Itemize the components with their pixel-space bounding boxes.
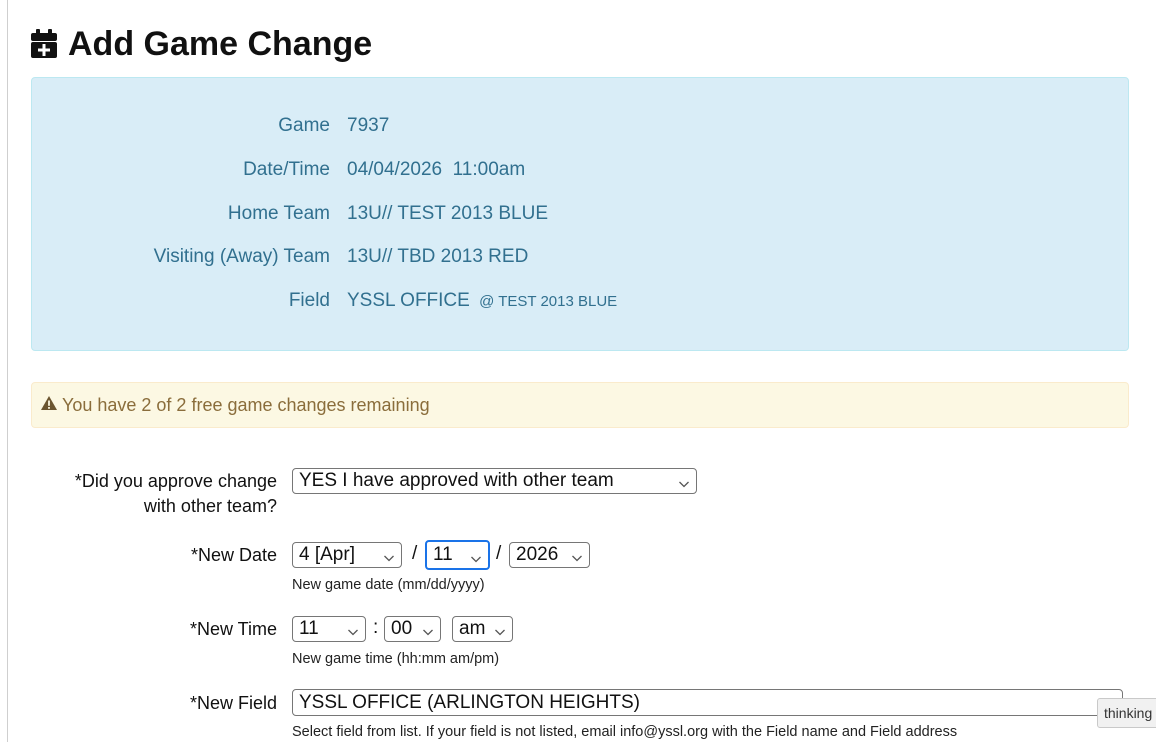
chevron-down-icon <box>494 622 506 644</box>
date-separator-1: / <box>412 543 418 564</box>
approve-label-line1: *Did you approve change <box>74 471 277 491</box>
time-hour-select[interactable]: 11 <box>292 616 366 642</box>
alert-text: You have 2 of 2 free game changes remain… <box>62 394 430 415</box>
date-month-value: 4 [Apr] <box>299 544 355 565</box>
chevron-down-icon <box>383 548 395 570</box>
field-value: YSSL OFFICE <box>347 290 470 311</box>
free-changes-alert: You have 2 of 2 free game changes remain… <box>31 382 1129 428</box>
time-help-text: New game time (hh:mm am/pm) <box>292 651 500 667</box>
approve-change-value: YES I have approved with other team <box>299 470 614 491</box>
info-row-home: Home Team 13U// TEST 2013 BLUE <box>32 203 1128 227</box>
chevron-down-icon <box>470 549 482 571</box>
approve-change-label: *Did you approve change with other team? <box>75 469 277 519</box>
date-year-value: 2026 <box>516 544 559 565</box>
info-row-game: Game 7937 <box>32 115 1128 139</box>
time-ampm-select[interactable]: am <box>452 616 513 642</box>
datetime-value: 04/04/2026 11:00am <box>347 159 526 180</box>
page-title: Add Game Change <box>30 24 372 64</box>
tooltip: thinking <box>1097 698 1156 728</box>
new-field-select[interactable]: YSSL OFFICE (ARLINGTON HEIGHTS) <box>292 689 1123 716</box>
date-separator-2: / <box>496 543 502 564</box>
datetime-label: Date/Time <box>243 159 330 180</box>
date-day-select[interactable]: 11 <box>425 540 490 570</box>
home-team-label: Home Team <box>227 203 330 224</box>
date-year-select[interactable]: 2026 <box>509 542 590 568</box>
time-hour-value: 11 <box>299 618 319 639</box>
left-border <box>7 0 8 742</box>
chevron-down-icon <box>422 622 434 644</box>
new-field-value: YSSL OFFICE (ARLINGTON HEIGHTS) <box>299 691 640 713</box>
game-label: Game <box>278 115 330 136</box>
field-label: Field <box>288 290 330 311</box>
warning-triangle-icon <box>40 395 62 416</box>
page-title-text: Add Game Change <box>68 24 373 63</box>
home-team-value: 13U// TEST 2013 BLUE <box>347 203 549 224</box>
info-row-field: Field YSSL OFFICE @ TEST 2013 BLUE <box>32 290 1128 314</box>
calendar-plus-icon <box>30 29 58 59</box>
new-time-label: *New Time <box>189 619 277 639</box>
tooltip-text: thinking <box>1104 705 1153 721</box>
time-minute-value: 00 <box>391 618 413 639</box>
info-row-datetime: Date/Time 04/04/2026 11:00am <box>32 159 1128 183</box>
chevron-down-icon <box>678 474 690 496</box>
new-date-label: *New Date <box>190 545 277 565</box>
time-separator: : <box>373 617 379 638</box>
new-field-label: *New Field <box>189 693 277 713</box>
chevron-down-icon <box>347 622 359 644</box>
info-row-visiting: Visiting (Away) Team 13U// TBD 2013 RED <box>32 246 1128 270</box>
visiting-team-value: 13U// TBD 2013 RED <box>347 246 529 267</box>
field-home-sub: @ TEST 2013 BLUE <box>479 293 618 310</box>
field-help-text: Select field from list. If your field is… <box>292 724 958 740</box>
time-minute-select[interactable]: 00 <box>384 616 441 642</box>
visiting-team-label: Visiting (Away) Team <box>153 246 330 267</box>
approve-label-line2: with other team? <box>143 496 277 516</box>
game-value: 7937 <box>347 115 390 136</box>
approve-change-select[interactable]: YES I have approved with other team <box>292 468 697 494</box>
field-value-group: YSSL OFFICE @ TEST 2013 BLUE <box>347 290 617 312</box>
chevron-down-icon <box>571 548 583 570</box>
game-info-panel: Game 7937 Date/Time 04/04/2026 11:00am H… <box>31 77 1129 351</box>
date-help-text: New game date (mm/dd/yyyy) <box>292 577 485 593</box>
date-month-select[interactable]: 4 [Apr] <box>292 542 402 568</box>
time-ampm-value: am <box>459 618 486 639</box>
date-day-value: 11 <box>433 544 453 565</box>
